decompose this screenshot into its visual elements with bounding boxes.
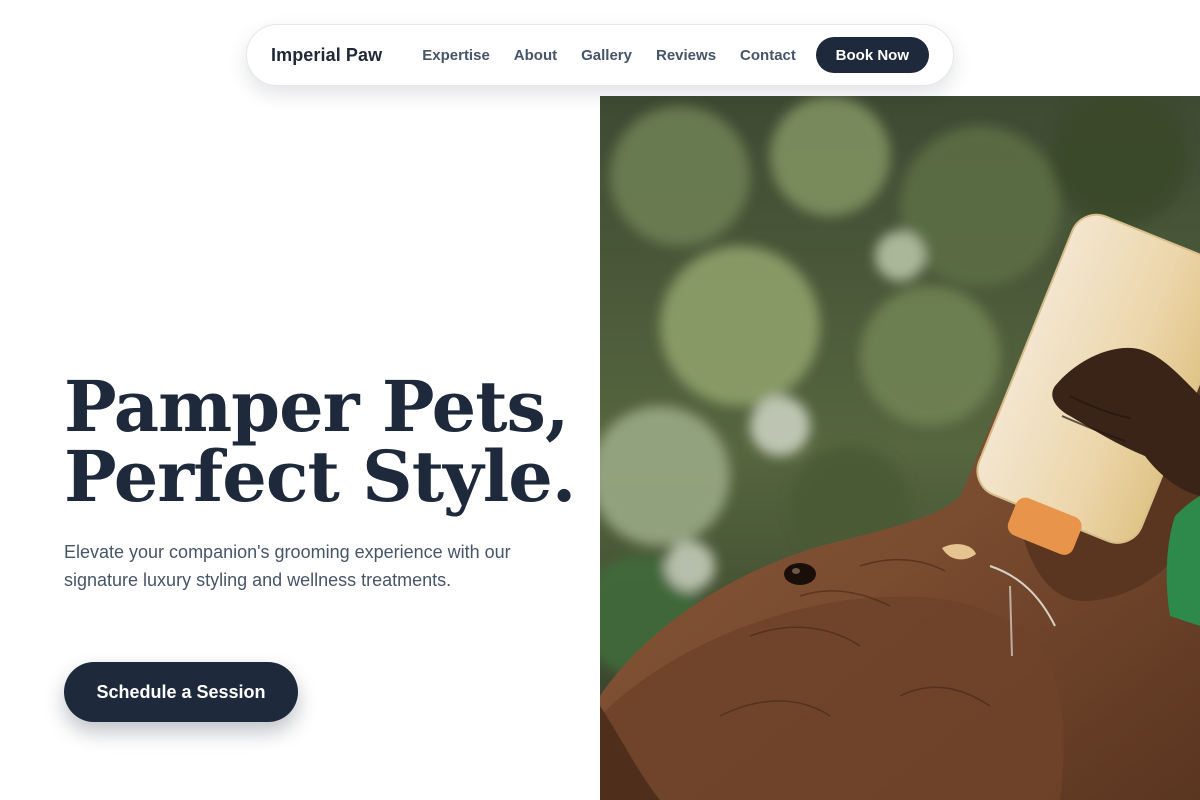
nav-link-about[interactable]: About bbox=[514, 47, 557, 64]
nav-link-gallery[interactable]: Gallery bbox=[581, 47, 632, 64]
nav-link-contact[interactable]: Contact bbox=[740, 47, 796, 64]
top-nav: Imperial Paw Expertise About Gallery Rev… bbox=[246, 24, 954, 86]
brand-logo[interactable]: Imperial Paw bbox=[271, 45, 382, 66]
hero-title-line-2: Perfect Style. bbox=[64, 435, 576, 518]
nav-link-expertise[interactable]: Expertise bbox=[422, 47, 490, 64]
hero-title-line-1: Pamper Pets, bbox=[64, 365, 569, 448]
hero-photo-illustration bbox=[600, 96, 1200, 800]
book-now-button[interactable]: Book Now bbox=[815, 37, 929, 73]
nav-link-reviews[interactable]: Reviews bbox=[656, 47, 716, 64]
schedule-session-button[interactable]: Schedule a Session bbox=[64, 662, 298, 722]
nav-links: Expertise About Gallery Reviews Contact bbox=[422, 47, 796, 64]
hero-subtitle: Elevate your companion's grooming experi… bbox=[64, 542, 511, 590]
hero-title: Pamper Pets, Perfect Style. bbox=[64, 372, 584, 512]
hero-photo bbox=[600, 96, 1200, 800]
page: Imperial Paw Expertise About Gallery Rev… bbox=[0, 0, 1200, 800]
